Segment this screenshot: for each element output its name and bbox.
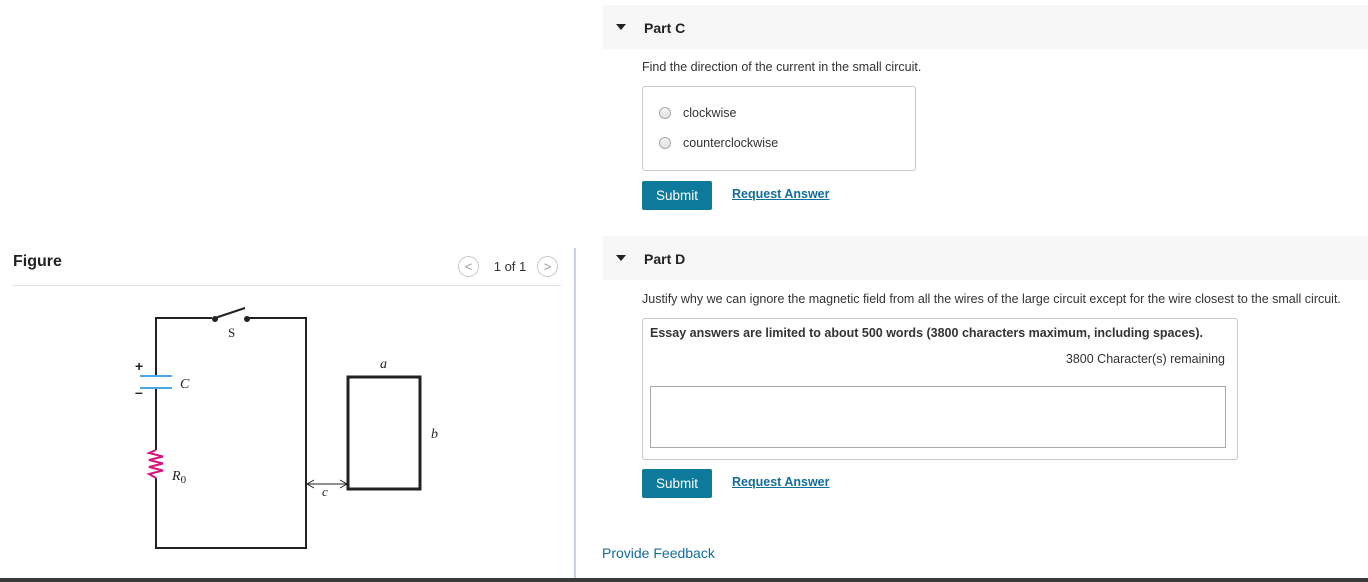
radio-icon[interactable] [659, 137, 671, 149]
part-c-request-answer-link[interactable]: Request Answer [732, 187, 829, 201]
loop-width-label: a [380, 357, 387, 372]
provide-feedback-link[interactable]: Provide Feedback [602, 545, 715, 561]
essay-answer-box: Essay answers are limited to about 500 w… [642, 318, 1238, 460]
part-d-title: Part D [644, 251, 686, 267]
bottom-border [0, 578, 1368, 582]
part-d-submit-button[interactable]: Submit [642, 469, 712, 498]
small-circuit-loop [346, 375, 422, 491]
characters-remaining: 3800 Character(s) remaining [1065, 352, 1225, 366]
radio-icon[interactable] [659, 107, 671, 119]
switch [212, 307, 250, 322]
part-c-question: Find the direction of the current in the… [642, 60, 922, 74]
essay-limit-note: Essay answers are limited to about 500 w… [650, 326, 1204, 340]
figure-counter: 1 of 1 [493, 259, 527, 274]
loop-height-label: b [431, 427, 438, 442]
choice-clockwise[interactable]: clockwise [659, 106, 737, 120]
capacitor-label: C [180, 377, 190, 392]
essay-textarea[interactable] [650, 386, 1226, 448]
part-c-choices: clockwise counterclockwise [642, 86, 916, 171]
choice-label: counterclockwise [683, 136, 779, 150]
figure-title: Figure [13, 253, 62, 270]
previous-figure-button[interactable]: < [458, 256, 479, 277]
large-circuit-wires [155, 317, 307, 549]
part-c-submit-button[interactable]: Submit [642, 181, 712, 210]
resistor-label-main: R [171, 469, 181, 484]
switch-label: S [228, 325, 235, 340]
capacitor-plus-label: + [135, 358, 143, 374]
resistor [145, 449, 164, 479]
caret-down-icon [616, 255, 626, 261]
part-d-question: Justify why we can ignore the magnetic f… [642, 292, 1341, 306]
part-c-header[interactable]: Part C [603, 5, 1368, 49]
capacitor-minus-label: – [135, 384, 143, 400]
choice-counterclockwise[interactable]: counterclockwise [659, 136, 778, 150]
choice-label: clockwise [683, 106, 737, 120]
caret-down-icon [616, 24, 626, 30]
part-c-title: Part C [644, 20, 686, 36]
resistor-label: R0 [171, 469, 187, 486]
part-d-request-answer-link[interactable]: Request Answer [732, 475, 829, 489]
chevron-left-icon: < [464, 259, 473, 274]
part-d-header[interactable]: Part D [603, 236, 1368, 280]
distance-label: c [322, 484, 328, 499]
capacitor [140, 375, 172, 389]
chevron-right-icon: > [543, 259, 552, 274]
circuit-diagram: S + – C R0 a b c [135, 307, 438, 549]
panel-divider [574, 248, 576, 582]
figure-divider [13, 285, 561, 286]
next-figure-button[interactable]: > [537, 256, 558, 277]
resistor-label-sub: 0 [181, 474, 187, 486]
